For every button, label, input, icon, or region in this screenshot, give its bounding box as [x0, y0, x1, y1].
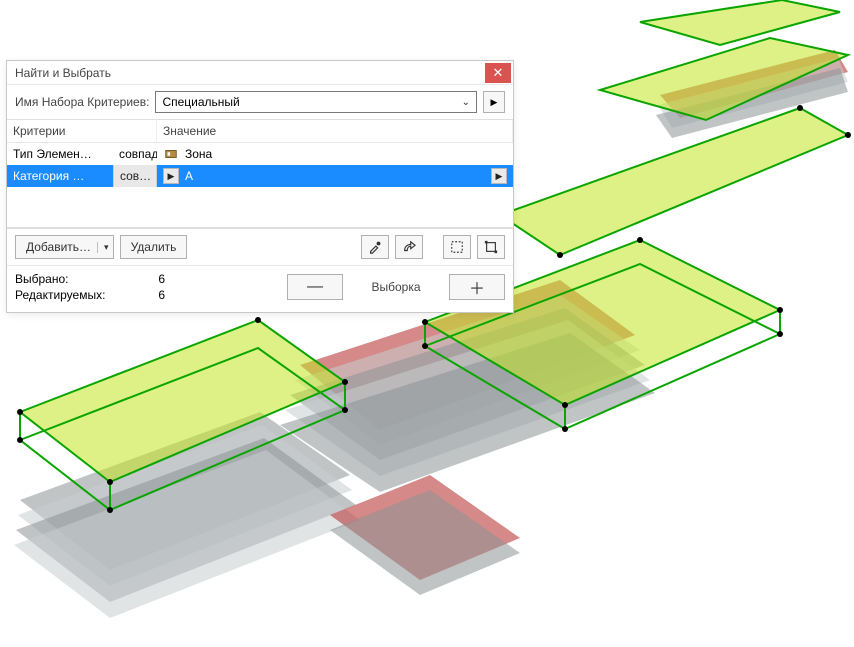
criteria-cell: Категория …	[7, 165, 113, 187]
add-button-label: Добавить…	[26, 240, 91, 254]
eyedropper-icon	[368, 240, 382, 254]
editable-count: 6	[158, 288, 165, 302]
criteria-column-header[interactable]: Критерии	[7, 120, 157, 142]
dialog-title: Найти и Выбрать	[15, 66, 111, 80]
value-options-button[interactable]: ▶	[491, 168, 507, 184]
criteria-cell: Тип Элемен…	[7, 143, 113, 165]
copy-arrow-icon	[402, 240, 416, 254]
criteria-row[interactable]: Тип Элемен… совпад… Зона	[7, 143, 513, 165]
minus-icon: —	[307, 278, 323, 296]
criteria-set-menu-button[interactable]: ▶	[483, 91, 505, 113]
criteria-toolbar: Добавить… ▾ Удалить	[7, 228, 513, 265]
chevron-down-icon: ⌄	[462, 97, 470, 108]
value-cell[interactable]: Зона	[157, 143, 513, 165]
close-button[interactable]: ✕	[485, 63, 511, 83]
add-criteria-button[interactable]: Добавить… ▾	[15, 235, 114, 259]
close-icon: ✕	[493, 65, 504, 81]
operator-cell[interactable]: сов…	[113, 165, 157, 187]
element-box-icon	[484, 240, 498, 254]
value-text: Зона	[185, 147, 212, 161]
triangle-right-icon: ▶	[491, 97, 498, 108]
remove-from-selection-button[interactable]: —	[287, 274, 343, 300]
criteria-grid: Критерии Значение Тип Элемен… совпад… Зо…	[7, 119, 513, 228]
triangle-right-icon: ▶	[168, 171, 175, 182]
value-cell[interactable]: ▶ А ▶	[157, 165, 513, 187]
criteria-set-value: Специальный	[162, 95, 239, 109]
selected-label: Выбрано:	[15, 272, 68, 286]
operator-cell[interactable]: совпад…	[113, 143, 157, 165]
delete-button-label: Удалить	[131, 240, 177, 254]
editable-label: Редактируемых:	[15, 288, 105, 302]
criteria-set-label: Имя Набора Критериев:	[15, 95, 149, 109]
selection-status-row: Выбрано: 6 Редактируемых: 6 — Выборка ＋	[7, 265, 513, 312]
criteria-grid-header: Критерии Значение	[7, 120, 513, 143]
triangle-right-icon: ▶	[496, 171, 503, 182]
plus-icon: ＋	[469, 275, 485, 299]
selection-label: Выборка	[351, 280, 441, 294]
delete-criteria-button[interactable]: Удалить	[120, 235, 188, 259]
element-select-button[interactable]	[477, 235, 505, 259]
value-picker-button[interactable]: ▶	[163, 168, 179, 184]
grid-empty-area[interactable]	[7, 187, 513, 227]
find-and-select-dialog: Найти и Выбрать ✕ Имя Набора Критериев: …	[6, 60, 514, 313]
criteria-set-select[interactable]: Специальный ⌄	[155, 91, 477, 113]
copy-settings-button[interactable]	[395, 235, 423, 259]
add-to-selection-button[interactable]: ＋	[449, 274, 505, 300]
triangle-down-icon: ▾	[97, 242, 109, 253]
criteria-set-row: Имя Набора Критериев: Специальный ⌄ ▶	[7, 85, 513, 119]
eyedropper-button[interactable]	[361, 235, 389, 259]
dialog-titlebar[interactable]: Найти и Выбрать ✕	[7, 61, 513, 85]
marquee-icon	[450, 240, 464, 254]
zone-type-icon	[163, 146, 179, 162]
marquee-select-button[interactable]	[443, 235, 471, 259]
criteria-row[interactable]: Категория … сов… ▶ А ▶	[7, 165, 513, 187]
value-text: А	[185, 169, 193, 183]
value-column-header[interactable]: Значение	[157, 120, 513, 142]
selected-count: 6	[158, 272, 165, 286]
